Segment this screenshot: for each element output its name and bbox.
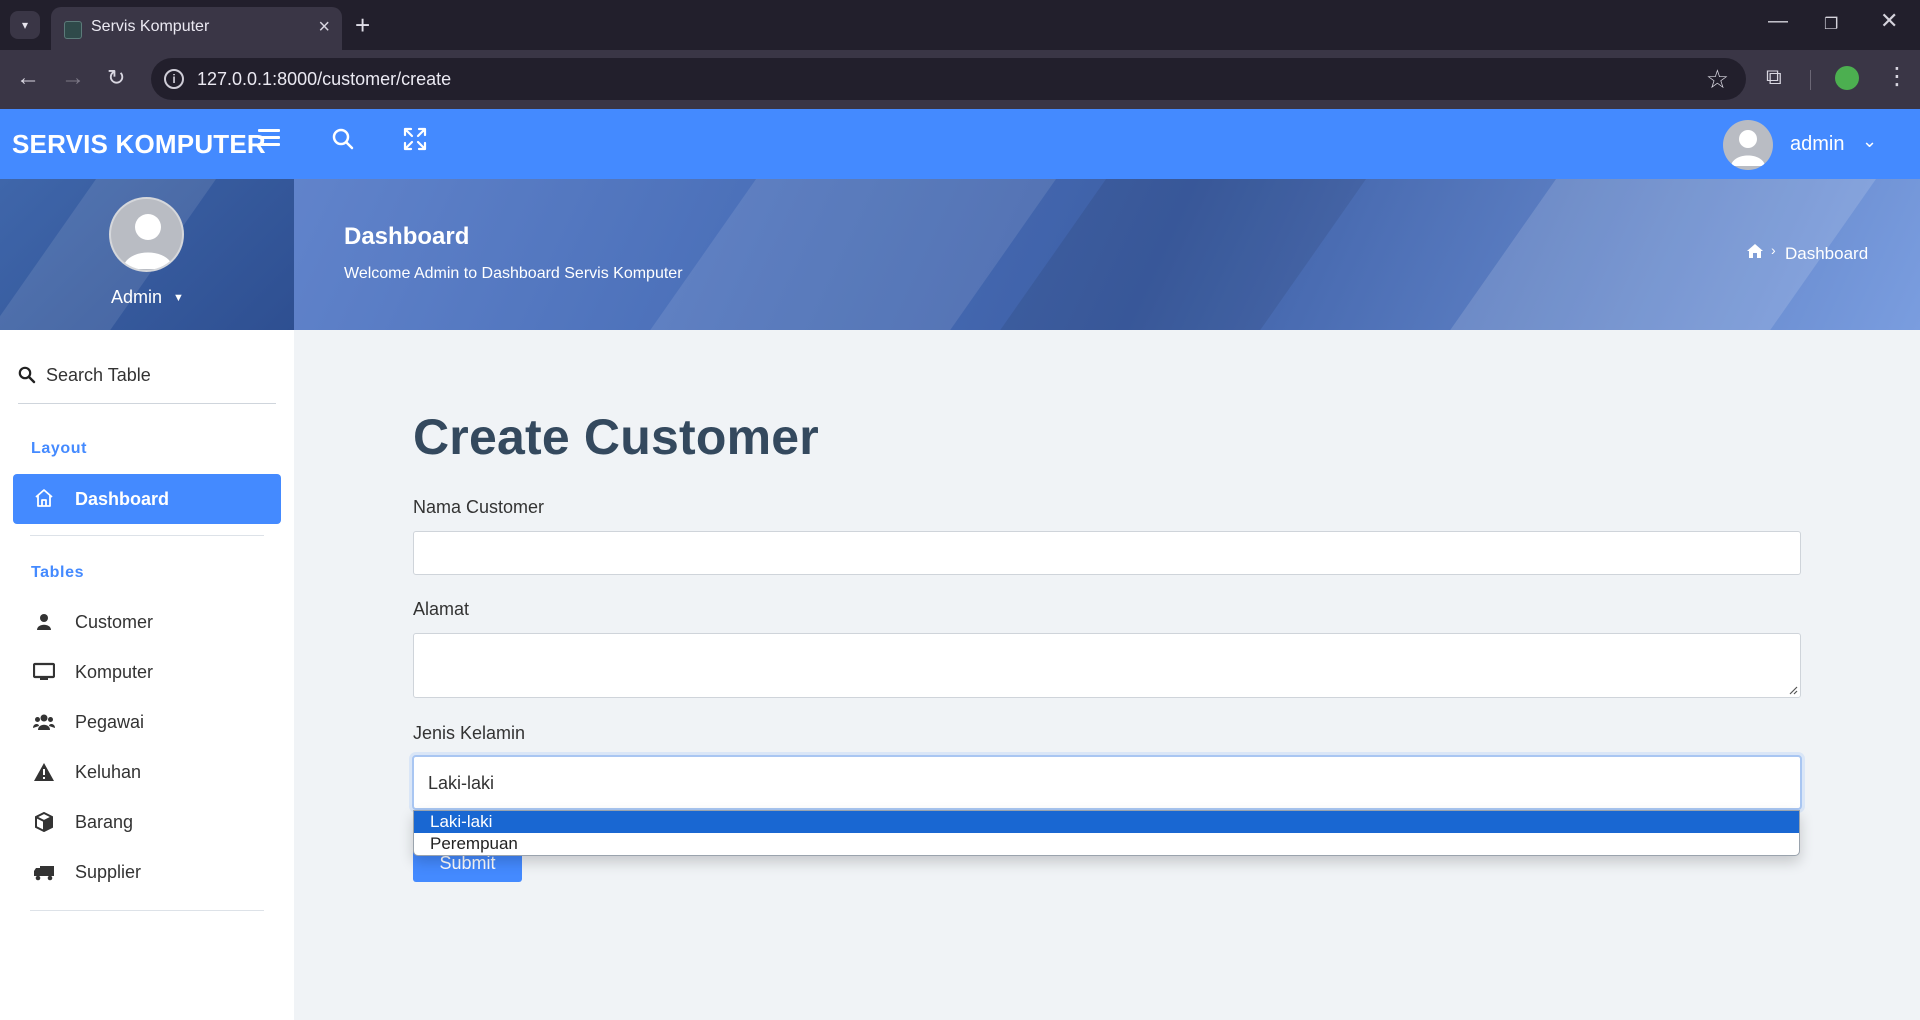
warning-icon (34, 763, 54, 781)
box-icon (35, 812, 53, 832)
profile-avatar[interactable] (109, 197, 184, 272)
extensions-icon[interactable]: ⧉ (1766, 64, 1782, 90)
profile-name[interactable]: Admin (111, 287, 162, 308)
browser-tab[interactable]: Servis Komputer × (51, 7, 342, 50)
truck-icon (34, 866, 54, 881)
divider (30, 910, 264, 911)
sidebar-item-pegawai[interactable]: Pegawai (0, 702, 294, 742)
page-hero: Admin ▼ Dashboard Welcome Admin to Dashb… (0, 179, 1920, 330)
search-icon[interactable] (330, 126, 356, 152)
sidebar-item-dashboard[interactable]: Dashboard (13, 474, 281, 524)
avatar[interactable] (1723, 120, 1773, 170)
menu-toggle-icon[interactable] (258, 129, 280, 147)
option-perempuan[interactable]: Perempuan (414, 833, 1799, 855)
sidebar: Layout Dashboard Tables Customer Kompute… (0, 330, 294, 1020)
search-icon (18, 366, 36, 384)
page-title: Create Customer (413, 409, 819, 465)
home-icon (35, 489, 53, 507)
sidebar-item-keluhan[interactable]: Keluhan (0, 752, 294, 792)
user-icon (37, 614, 51, 630)
fullscreen-icon[interactable] (402, 126, 428, 152)
sidebar-item-label: Komputer (75, 662, 154, 682)
browser-tab-bar: ▾ Servis Komputer × + — ❐ ✕ (0, 0, 1920, 50)
breadcrumb-separator: › (1771, 242, 1776, 258)
brand-title[interactable]: SERVIS KOMPUTER (12, 129, 266, 160)
page-subtitle: Welcome Admin to Dashboard Servis Komput… (344, 265, 683, 282)
search-input[interactable] (46, 362, 266, 388)
alamat-label: Alamat (413, 599, 470, 619)
section-label-layout: Layout (31, 440, 88, 457)
forward-icon[interactable]: → (61, 64, 85, 92)
user-avatar-icon (123, 214, 173, 269)
user-name[interactable]: admin (1790, 133, 1844, 156)
app-header: SERVIS KOMPUTER admin ⌄ (0, 109, 1920, 179)
url-text: 127.0.0.1:8000/customer/create (197, 69, 452, 89)
option-laki-laki[interactable]: Laki-laki (414, 811, 1799, 833)
section-label-tables: Tables (31, 564, 85, 581)
jenis-kelamin-select[interactable]: Laki-laki (412, 755, 1802, 810)
window-close-icon[interactable]: ✕ (1880, 8, 1898, 34)
sidebar-profile: Admin ▼ (0, 179, 294, 330)
chevron-down-icon[interactable]: ⌄ (1862, 131, 1877, 152)
toolbar-divider (1810, 70, 1811, 90)
caret-down-icon[interactable]: ▼ (173, 292, 184, 304)
new-tab-icon[interactable]: + (355, 10, 370, 41)
address-bar[interactable]: i 127.0.0.1:8000/customer/create ☆ (151, 58, 1746, 100)
sidebar-item-customer[interactable]: Customer (0, 602, 294, 642)
sidebar-item-label: Keluhan (75, 762, 142, 782)
profile-icon[interactable] (1835, 66, 1859, 90)
breadcrumb[interactable]: Dashboard (1785, 244, 1868, 264)
sidebar-item-label: Supplier (75, 862, 142, 882)
users-icon (33, 714, 55, 730)
site-info-icon[interactable]: i (164, 69, 184, 89)
tab-search-button[interactable]: ▾ (10, 11, 40, 39)
nama-customer-input[interactable] (413, 531, 1801, 575)
minimize-icon[interactable]: — (1768, 10, 1788, 33)
restore-icon[interactable]: ❐ (1824, 14, 1838, 34)
nama-customer-label: Nama Customer (413, 497, 545, 517)
tab-title: Servis Komputer (91, 18, 210, 35)
user-avatar-icon (1731, 130, 1765, 166)
bookmark-star-icon[interactable]: ☆ (1706, 64, 1729, 95)
monitor-icon (33, 662, 55, 680)
resize-handle-icon[interactable] (1788, 685, 1798, 695)
select-value: Laki-laki (428, 773, 495, 793)
sidebar-item-komputer[interactable]: Komputer (0, 652, 294, 692)
select-dropdown-list: Laki-laki Perempuan (413, 810, 1800, 856)
sidebar-item-label: Dashboard (75, 489, 170, 509)
tab-close-icon[interactable]: × (318, 16, 330, 39)
back-icon[interactable]: ← (16, 64, 40, 92)
sidebar-item-label: Barang (75, 812, 134, 832)
browser-toolbar: ← → ↻ i 127.0.0.1:8000/customer/create ☆… (0, 50, 1920, 109)
reload-icon[interactable]: ↻ (107, 65, 125, 91)
alamat-textarea[interactable] (413, 633, 1801, 698)
sidebar-item-label: Pegawai (75, 712, 145, 732)
jenis-kelamin-label: Jenis Kelamin (413, 723, 526, 743)
favicon-icon (64, 21, 82, 39)
home-icon[interactable] (1746, 243, 1764, 259)
divider (30, 535, 264, 536)
sidebar-item-label: Customer (75, 612, 154, 632)
sidebar-search (18, 362, 276, 404)
sidebar-item-barang[interactable]: Barang (0, 802, 294, 842)
page-heading: Dashboard (344, 223, 470, 250)
browser-menu-icon[interactable]: ⋮ (1885, 62, 1909, 91)
hero-decoration (629, 179, 1071, 330)
sidebar-item-supplier[interactable]: Supplier (0, 852, 294, 892)
